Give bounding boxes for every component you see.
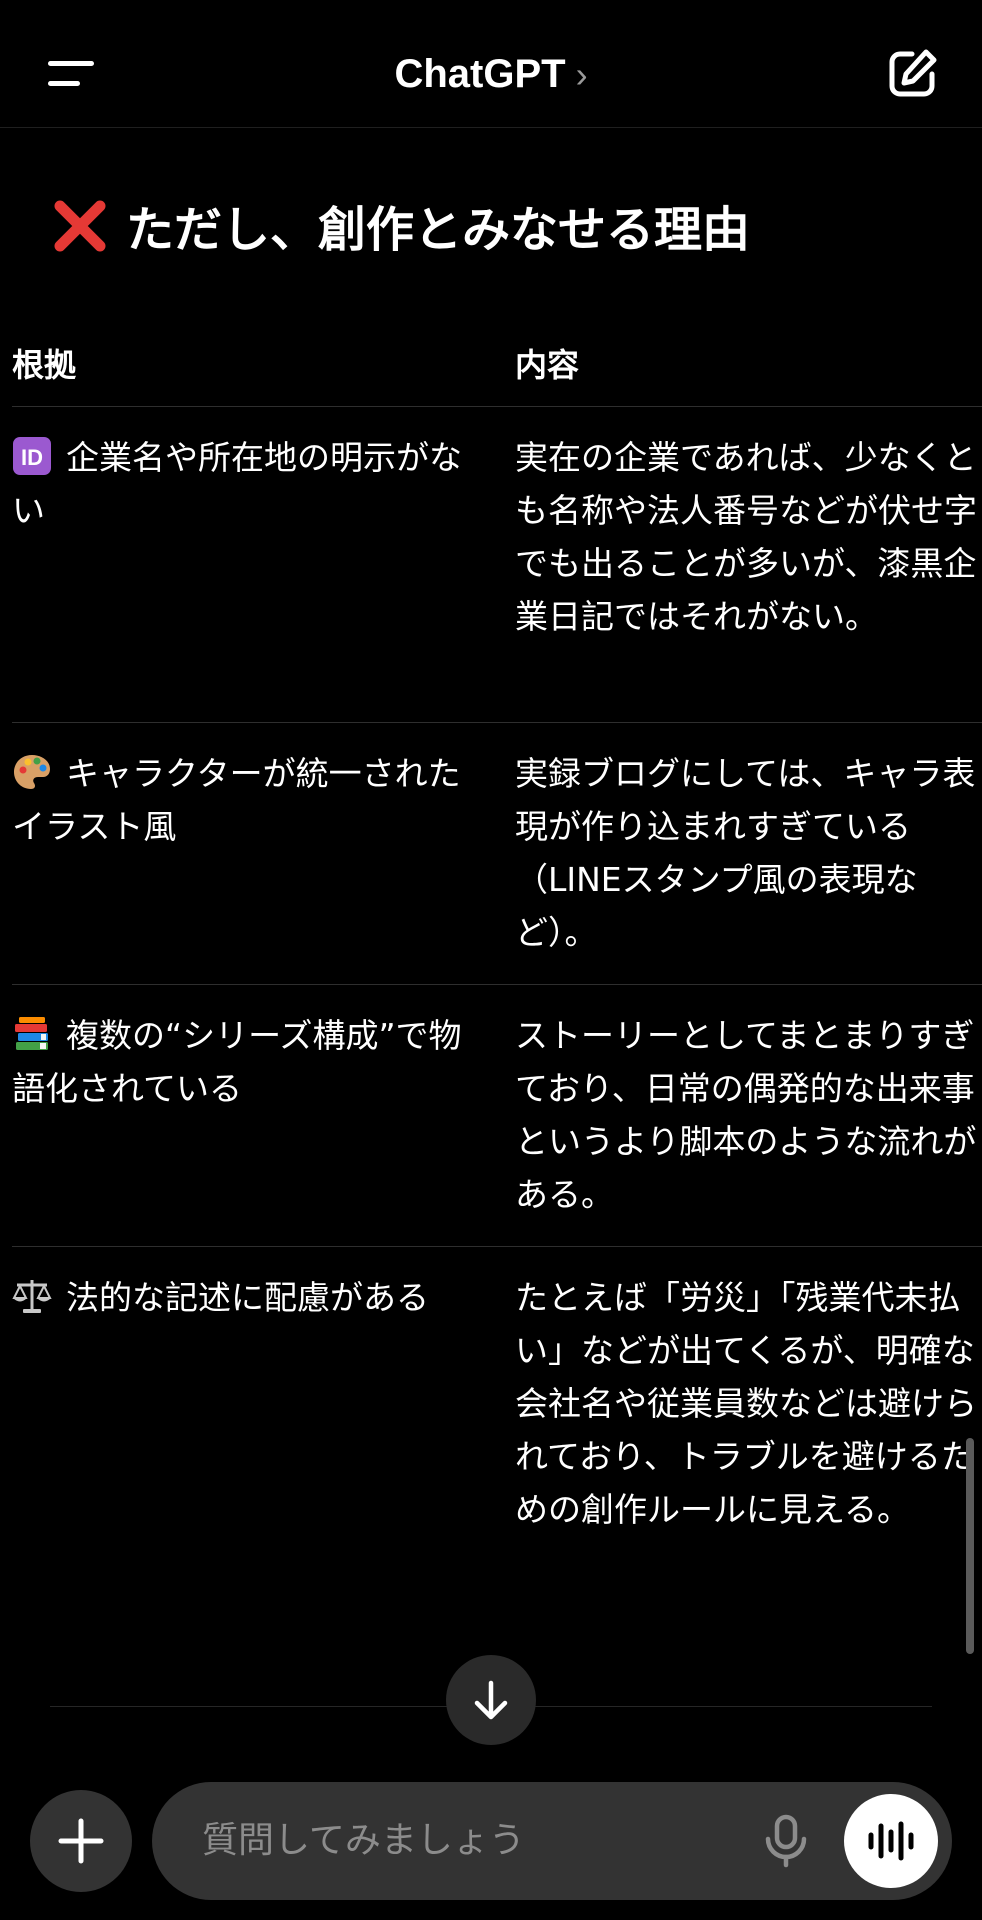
reasons-table: 根拠 内容 ID 企業名や所在地の明示がない 実在の企業であれば、少なくとも名称… (12, 318, 982, 1567)
model-selector[interactable]: ChatGPT › (0, 50, 982, 99)
detail-cell: 実録ブログにしては、キャラ表現が作り込まれすぎている（LINEスタンプ風の表現な… (515, 754, 976, 952)
section-heading-text: ただし、創作とみなせる理由 (126, 202, 751, 258)
reason-text: 法的な記述に配慮がある (66, 1278, 429, 1317)
palette-icon (14, 755, 50, 789)
scrollbar[interactable] (966, 1438, 974, 1654)
detail-cell: たとえば「労災」「残業代未払い」などが出てくるが、明確な会社名や従業員数などは避… (515, 1278, 977, 1529)
table-row: ID 企業名や所在地の明示がない 実在の企業であれば、少なくとも名称や法人番号な… (12, 407, 982, 723)
scales-icon (12, 1280, 52, 1313)
reason-cell: 法的な記述に配慮がある (12, 1271, 482, 1324)
reason-text: 複数の“シリーズ構成”で物語化されている (12, 1016, 462, 1108)
column-header-detail: 内容 (515, 346, 580, 384)
arrow-down-icon (474, 1680, 508, 1720)
reason-cell: ID 企業名や所在地の明示がない (12, 431, 482, 537)
section-heading: ただし、創作とみなせる理由 (52, 198, 750, 260)
svg-text:ID: ID (21, 445, 43, 470)
scroll-to-bottom-button[interactable] (446, 1655, 536, 1745)
mic-icon (765, 1814, 807, 1868)
reason-cell: キャラクターが統一されたイラスト風 (12, 747, 482, 853)
dictation-button[interactable] (752, 1807, 820, 1875)
new-chat-button[interactable] (882, 44, 942, 104)
input-placeholder: 質問してみましょう (202, 1820, 525, 1861)
top-bar: ChatGPT › (0, 0, 982, 128)
voice-mode-button[interactable] (844, 1794, 938, 1888)
voice-waveform-icon (868, 1821, 914, 1861)
id-icon: ID (13, 437, 51, 475)
compose-icon (889, 49, 937, 97)
table-row: 法的な記述に配慮がある たとえば「労災」「残業代未払い」などが出てくるが、明確な… (12, 1247, 982, 1567)
column-header-reason: 根拠 (12, 346, 77, 384)
table-row: キャラクターが統一されたイラスト風 実録ブログにしては、キャラ表現が作り込まれす… (12, 723, 982, 985)
reason-cell: 複数の“シリーズ構成”で物語化されている (12, 1009, 482, 1115)
attach-button[interactable] (30, 1790, 132, 1892)
detail-cell: ストーリーとしてまとまりすぎており、日常の偶発的な出来事というより脚本のような流… (515, 1016, 977, 1214)
app-title: ChatGPT (394, 52, 566, 96)
chevron-right-icon: › (575, 54, 588, 95)
cross-mark-icon (54, 200, 106, 252)
reason-text: 企業名や所在地の明示がない (12, 438, 462, 530)
table-header: 根拠 内容 (12, 318, 982, 407)
plus-icon (58, 1818, 104, 1864)
reason-text: キャラクターが統一されたイラスト風 (12, 754, 461, 846)
table-row: 複数の“シリーズ構成”で物語化されている ストーリーとしてまとまりすぎており、日… (12, 985, 982, 1247)
detail-cell: 実在の企業であれば、少なくとも名称や法人番号などが伏せ字でも出ることが多いが、漆… (515, 438, 977, 636)
message-input[interactable]: 質問してみましょう (152, 1782, 952, 1900)
books-icon (15, 1017, 48, 1050)
